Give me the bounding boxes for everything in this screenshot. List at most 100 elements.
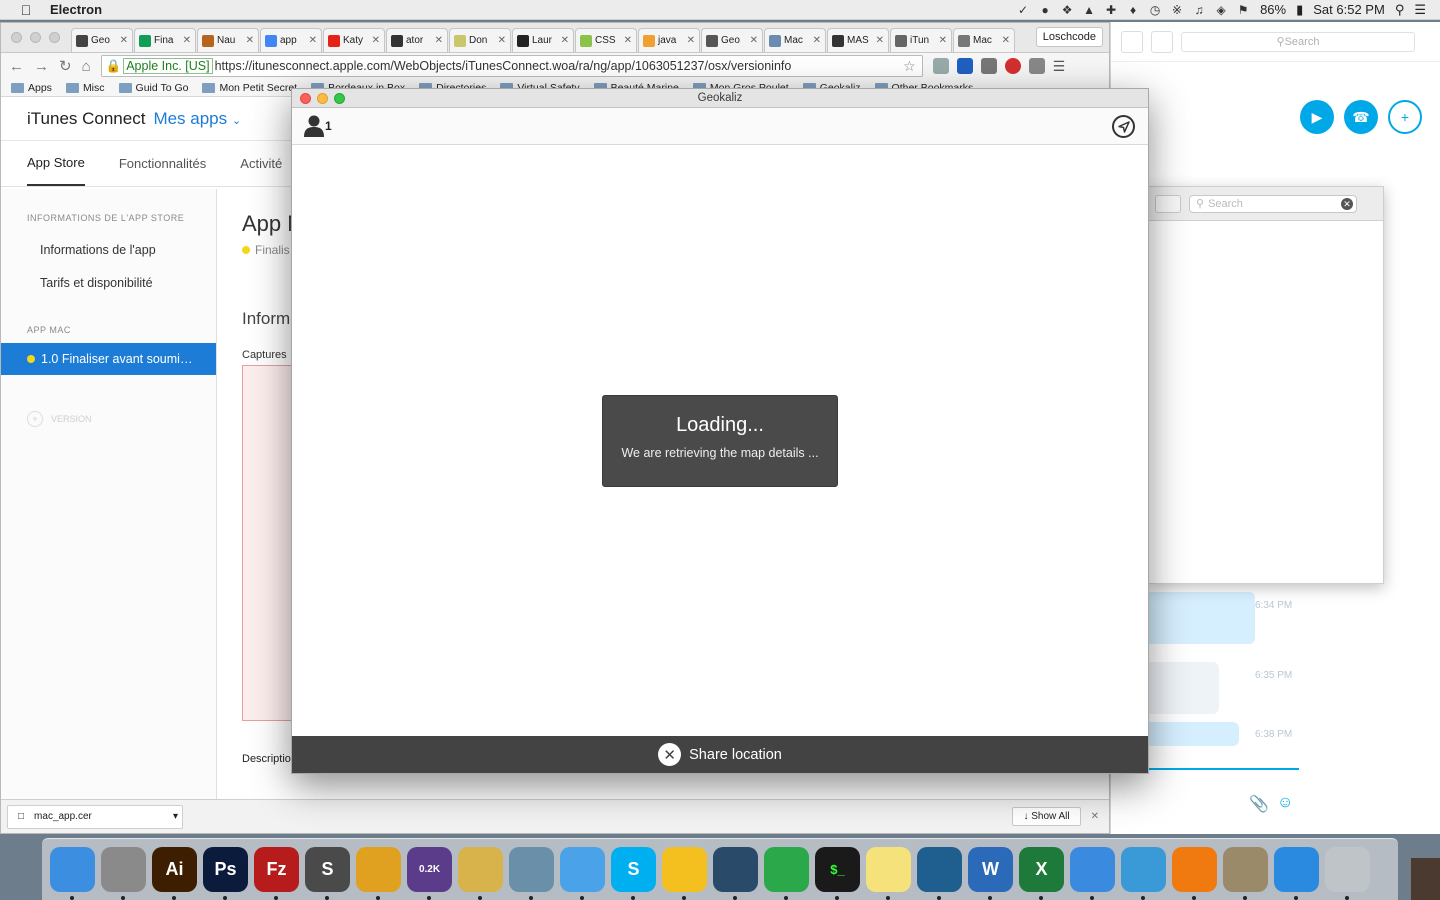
close-tab-icon[interactable]: ✕ bbox=[939, 35, 947, 46]
flag-icon[interactable]: ⚑ bbox=[1236, 3, 1250, 17]
ev-certificate-label[interactable]: Apple Inc. [US] bbox=[123, 58, 213, 74]
bell-icon[interactable]: ● bbox=[1038, 3, 1052, 17]
browser-tab[interactable]: Nau ✕ bbox=[197, 28, 259, 52]
chrome-menu-icon[interactable]: ☰ bbox=[1053, 58, 1069, 74]
close-window-button[interactable] bbox=[300, 93, 311, 104]
geokaliz-titlebar[interactable]: Geokaliz bbox=[292, 89, 1148, 108]
dock-excel-icon[interactable]: X bbox=[1019, 847, 1064, 900]
download-menu-icon[interactable]: ▾ bbox=[173, 811, 178, 822]
browser-tab[interactable]: Mac ✕ bbox=[764, 28, 826, 52]
add-version-button[interactable]: + VERSION bbox=[1, 411, 216, 427]
extension-eyedropper-icon[interactable] bbox=[932, 58, 949, 74]
dock-photoshop-icon[interactable]: Ps bbox=[203, 847, 248, 900]
address-bar[interactable]: 🔒 Apple Inc. [US] https://itunesconnect.… bbox=[100, 55, 923, 77]
volume-icon[interactable]: ♫ bbox=[1192, 3, 1206, 17]
browser-tab[interactable]: ator ✕ bbox=[386, 28, 448, 52]
dock-vlc-icon[interactable] bbox=[1172, 847, 1217, 900]
sidebar-item-app-info[interactable]: Informations de l'app bbox=[1, 233, 216, 266]
dock-preview-icon[interactable] bbox=[509, 847, 554, 900]
dock-sequel-elephant-icon[interactable] bbox=[1121, 847, 1166, 900]
share-location-button[interactable]: ✕ Share location bbox=[292, 736, 1148, 773]
extension-adblock-icon[interactable] bbox=[1004, 58, 1021, 74]
notification-center-icon[interactable]: ☰ bbox=[1414, 2, 1426, 18]
browser-tab[interactable]: Don ✕ bbox=[449, 28, 511, 52]
forward-icon[interactable]: → bbox=[34, 58, 49, 75]
bookmark-star-icon[interactable]: ☆ bbox=[903, 58, 916, 75]
browser-tab[interactable]: java ✕ bbox=[638, 28, 700, 52]
browser-tab[interactable]: Geo ✕ bbox=[71, 28, 133, 52]
dropbox-menu-icon[interactable] bbox=[1155, 194, 1181, 213]
browser-tab[interactable]: Laur ✕ bbox=[512, 28, 574, 52]
close-tab-icon[interactable]: ✕ bbox=[183, 35, 191, 46]
dock-illustrator-icon[interactable]: Ai bbox=[152, 847, 197, 900]
dock-finder-icon[interactable] bbox=[50, 847, 95, 900]
back-icon[interactable]: ← bbox=[9, 58, 24, 75]
close-tab-icon[interactable]: ✕ bbox=[624, 35, 632, 46]
close-tab-icon[interactable]: ✕ bbox=[813, 35, 821, 46]
close-tab-icon[interactable]: ✕ bbox=[687, 35, 695, 46]
dock-launchpad-icon[interactable] bbox=[101, 847, 146, 900]
emoji-icon[interactable]: ☺ bbox=[1277, 794, 1293, 812]
time-machine-icon[interactable]: ◷ bbox=[1148, 3, 1162, 17]
close-tab-icon[interactable]: ✕ bbox=[120, 35, 128, 46]
sidebar-item-version[interactable]: 1.0 Finaliser avant soumi… bbox=[1, 343, 216, 375]
browser-tab[interactable]: Mac ✕ bbox=[953, 28, 1015, 52]
minimize-window-button[interactable] bbox=[317, 93, 328, 104]
browser-tab[interactable]: iTun ✕ bbox=[890, 28, 952, 52]
bookmark-item[interactable]: Apps bbox=[11, 82, 52, 94]
tab-features[interactable]: Fonctionnalités bbox=[119, 141, 206, 186]
voice-call-button[interactable]: ☎ bbox=[1344, 100, 1378, 134]
show-all-button[interactable]: ↓ Show All bbox=[1012, 807, 1081, 826]
extension-cloud-icon[interactable] bbox=[980, 58, 997, 74]
dock-mysql-workbench-icon[interactable] bbox=[713, 847, 758, 900]
app-menu-name[interactable]: Electron bbox=[50, 2, 102, 17]
close-tab-icon[interactable]: ✕ bbox=[1002, 35, 1010, 46]
dock-safari-icon[interactable] bbox=[1274, 847, 1319, 900]
close-tab-icon[interactable]: ✕ bbox=[246, 35, 254, 46]
my-apps-menu[interactable]: Mes apps ⌄ bbox=[153, 109, 241, 129]
close-tab-icon[interactable]: ✕ bbox=[309, 35, 317, 46]
spotlight-icon[interactable]: ⚲ bbox=[1395, 2, 1405, 18]
dropbox-icon[interactable]: ❖ bbox=[1060, 3, 1074, 17]
close-tab-icon[interactable]: ✕ bbox=[372, 35, 380, 46]
clear-search-icon[interactable]: ✕ bbox=[1341, 197, 1353, 210]
bluetooth-icon[interactable]: ※ bbox=[1170, 3, 1184, 17]
battery-icon[interactable]: ▮ bbox=[1296, 2, 1303, 18]
attach-icon[interactable]: 📎 bbox=[1249, 794, 1269, 814]
dock-chrome-icon[interactable] bbox=[356, 847, 401, 900]
dock-word-icon[interactable]: W bbox=[968, 847, 1013, 900]
finder-search-input[interactable]: ⚲ Search ✕ bbox=[1189, 194, 1357, 213]
dock-mango-icon[interactable] bbox=[662, 847, 707, 900]
browser-tab[interactable]: Geo ✕ bbox=[701, 28, 763, 52]
wifi-icon[interactable]: ◈ bbox=[1214, 3, 1228, 17]
download-item[interactable]: □ mac_app.cer ▾ bbox=[7, 804, 183, 829]
browser-tab[interactable]: MAS ✕ bbox=[827, 28, 889, 52]
dock-trash-icon[interactable] bbox=[1325, 847, 1370, 900]
close-tab-icon[interactable]: ✕ bbox=[435, 35, 443, 46]
map-canvas[interactable]: Loading... We are retrieving the map det… bbox=[292, 146, 1148, 737]
reload-icon[interactable]: ↻ bbox=[59, 57, 72, 75]
dock-filezilla-icon[interactable]: Fz bbox=[254, 847, 299, 900]
home-icon[interactable]: ⌂ bbox=[82, 58, 91, 75]
check-icon[interactable]: ✓ bbox=[1016, 3, 1030, 17]
minimize-window-button[interactable] bbox=[30, 32, 41, 43]
close-tab-icon[interactable]: ✕ bbox=[876, 35, 884, 46]
dock-messenger-icon[interactable] bbox=[1070, 847, 1115, 900]
bookmark-item[interactable]: Misc bbox=[65, 82, 105, 94]
itc-brand[interactable]: iTunes Connect bbox=[27, 109, 145, 129]
extension-clipboard-icon[interactable] bbox=[1028, 58, 1045, 74]
dock-sequel-pro-icon[interactable] bbox=[458, 847, 503, 900]
browser-tab[interactable]: CSS ✕ bbox=[575, 28, 637, 52]
browser-tab[interactable]: Fina ✕ bbox=[134, 28, 196, 52]
tab-activity[interactable]: Activité bbox=[240, 141, 282, 186]
close-window-button[interactable] bbox=[11, 32, 22, 43]
clock[interactable]: Sat 6:52 PM bbox=[1313, 2, 1385, 17]
locate-button[interactable] bbox=[1112, 115, 1135, 138]
profile-button[interactable]: Loschcode bbox=[1035, 27, 1103, 47]
dock-mind-node-icon[interactable] bbox=[764, 847, 809, 900]
compose-icon[interactable] bbox=[1121, 30, 1143, 53]
bookmark-item[interactable]: Mon Petit Secret bbox=[202, 82, 297, 94]
dock-skype-icon[interactable]: S bbox=[611, 847, 656, 900]
apple-menu-icon[interactable]:  bbox=[16, 2, 36, 18]
skype-search-input[interactable]: ⚲ Search bbox=[1181, 31, 1415, 52]
